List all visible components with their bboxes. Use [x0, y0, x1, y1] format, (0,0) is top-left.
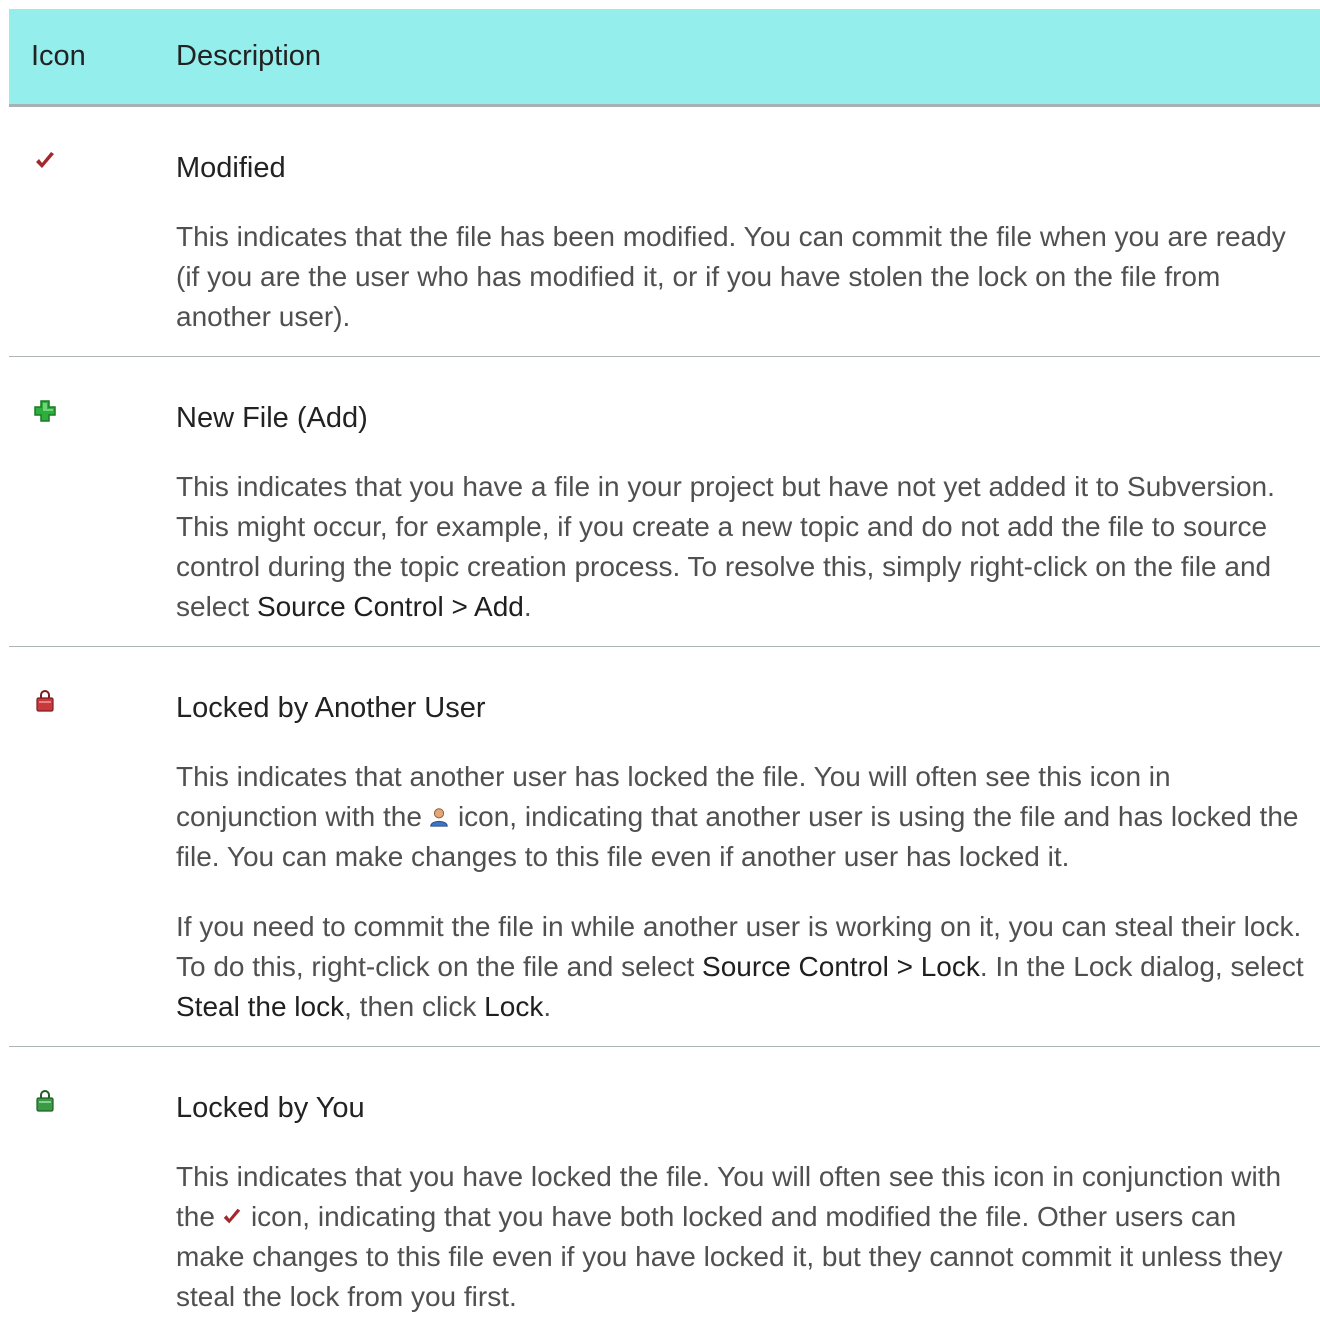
icon-cell: [9, 107, 176, 356]
checkmark-icon: [36, 152, 54, 168]
lock-green-icon: [36, 1090, 54, 1112]
description-text: .: [523, 591, 532, 622]
lock-red-icon: [36, 690, 54, 712]
user-icon: [430, 808, 448, 827]
table-row: Modified This indicates that the file ha…: [9, 107, 1320, 357]
row-description: This indicates that the file has been mo…: [176, 221, 1286, 332]
table-row: Locked by Another User This indicates th…: [9, 647, 1320, 1047]
row-description: This indicates that you have locked the …: [176, 1157, 1306, 1317]
button-name: Lock: [484, 991, 544, 1022]
row-description: If you need to commit the file in while …: [176, 907, 1306, 1027]
description-text: icon, indicating that you have both lock…: [176, 1201, 1283, 1312]
description-cell: Locked by You This indicates that you ha…: [176, 1047, 1320, 1333]
description-cell: Modified This indicates that the file ha…: [176, 107, 1320, 356]
description-cell: Locked by Another User This indicates th…: [176, 647, 1320, 1046]
checkmark-icon: [223, 1208, 241, 1224]
row-title: Modified: [176, 152, 286, 184]
row-description: This indicates that you have a file in y…: [176, 467, 1306, 627]
menu-command: Source Control > Add: [256, 591, 524, 622]
icon-cell: [9, 1047, 176, 1333]
description-cell: New File (Add) This indicates that you h…: [176, 357, 1320, 646]
description-text: .: [543, 991, 552, 1022]
header-description-column: Description: [176, 40, 322, 72]
icon-description-table: Icon Description Modified This indicates…: [9, 9, 1320, 1333]
table-header: Icon Description: [9, 9, 1320, 107]
plus-icon: [34, 400, 56, 422]
row-description: This indicates that another user has loc…: [176, 757, 1306, 877]
menu-command: Source Control > Lock: [702, 951, 980, 982]
description-text: . In the Lock dialog, select: [979, 951, 1304, 982]
row-title: Locked by You: [176, 1092, 365, 1124]
option-name: Steal the lock: [176, 991, 345, 1022]
description-text: , then click: [344, 991, 485, 1022]
icon-cell: [9, 647, 176, 1046]
row-title: New File (Add): [176, 402, 368, 434]
header-icon-column: Icon: [31, 40, 86, 72]
table-row: Locked by You This indicates that you ha…: [9, 1047, 1320, 1333]
row-title: Locked by Another User: [176, 692, 486, 724]
table-row: New File (Add) This indicates that you h…: [9, 357, 1320, 647]
icon-cell: [9, 357, 176, 646]
